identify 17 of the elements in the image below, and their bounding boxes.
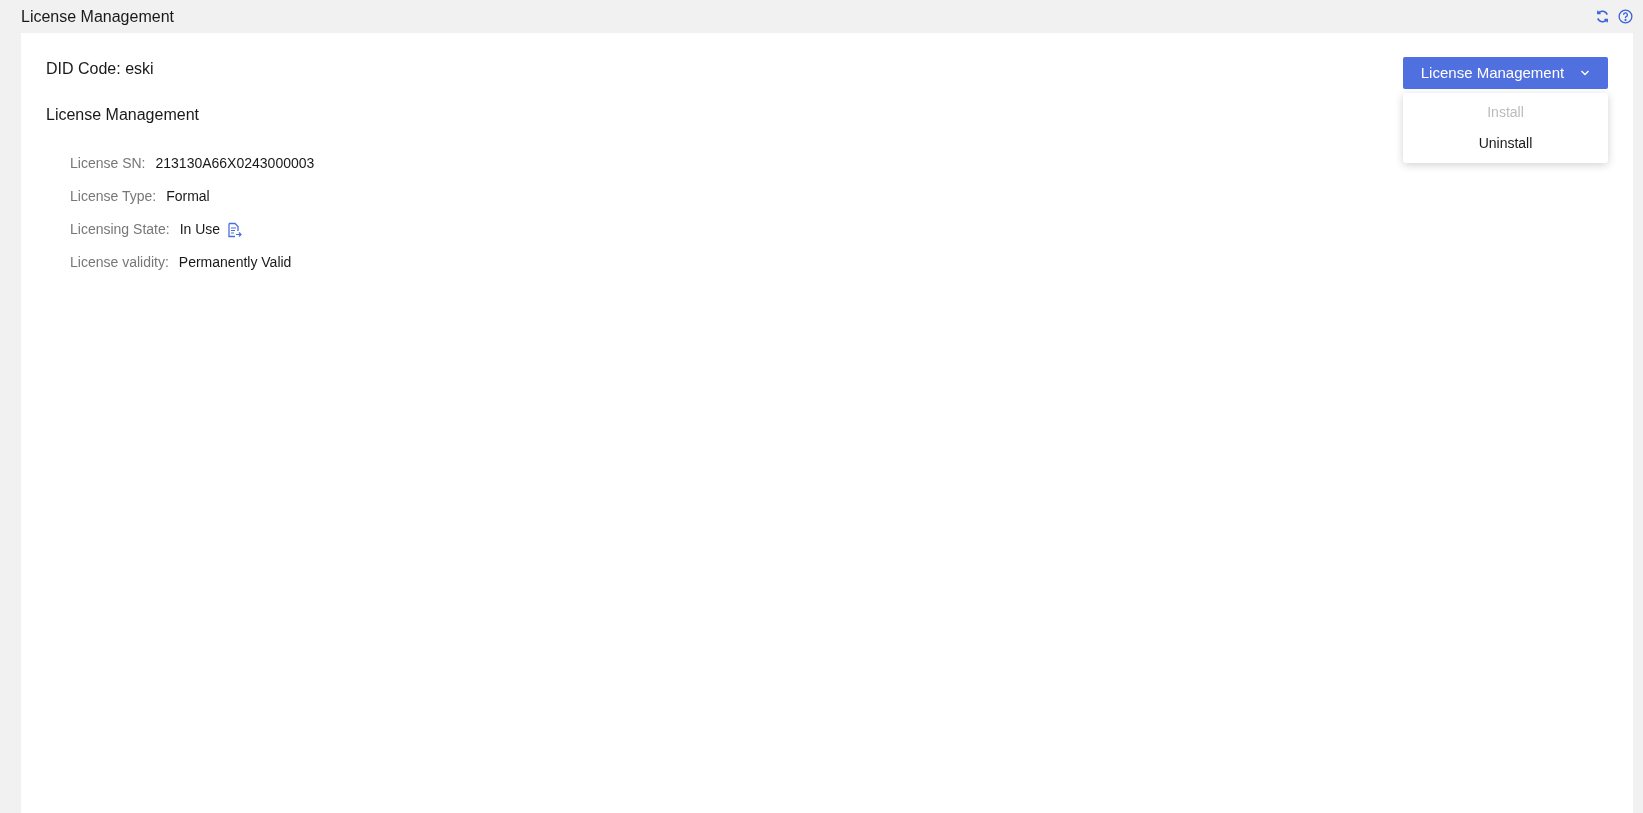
caret-icon bbox=[1580, 70, 1591, 76]
field-label: License Type: bbox=[70, 187, 157, 206]
field-value: Formal bbox=[166, 187, 210, 206]
field-value: 213130A66X0243000003 bbox=[155, 154, 315, 173]
document-icon[interactable] bbox=[226, 221, 243, 238]
help-icon[interactable] bbox=[1618, 9, 1633, 24]
refresh-icon[interactable] bbox=[1595, 9, 1610, 24]
field-label: Licensing State: bbox=[70, 220, 170, 239]
dropdown-button[interactable]: License Management bbox=[1403, 57, 1608, 89]
menu-item[interactable]: Uninstall bbox=[1403, 128, 1608, 159]
field-label: License validity: bbox=[70, 253, 169, 272]
field-label: License SN: bbox=[70, 154, 146, 173]
field-value: Permanently Valid bbox=[178, 253, 292, 272]
section-title: License Management bbox=[46, 105, 199, 125]
did-code: DID Code: eski bbox=[46, 59, 155, 79]
field-value: In Use bbox=[179, 220, 221, 239]
page-title: License Management bbox=[21, 6, 174, 27]
